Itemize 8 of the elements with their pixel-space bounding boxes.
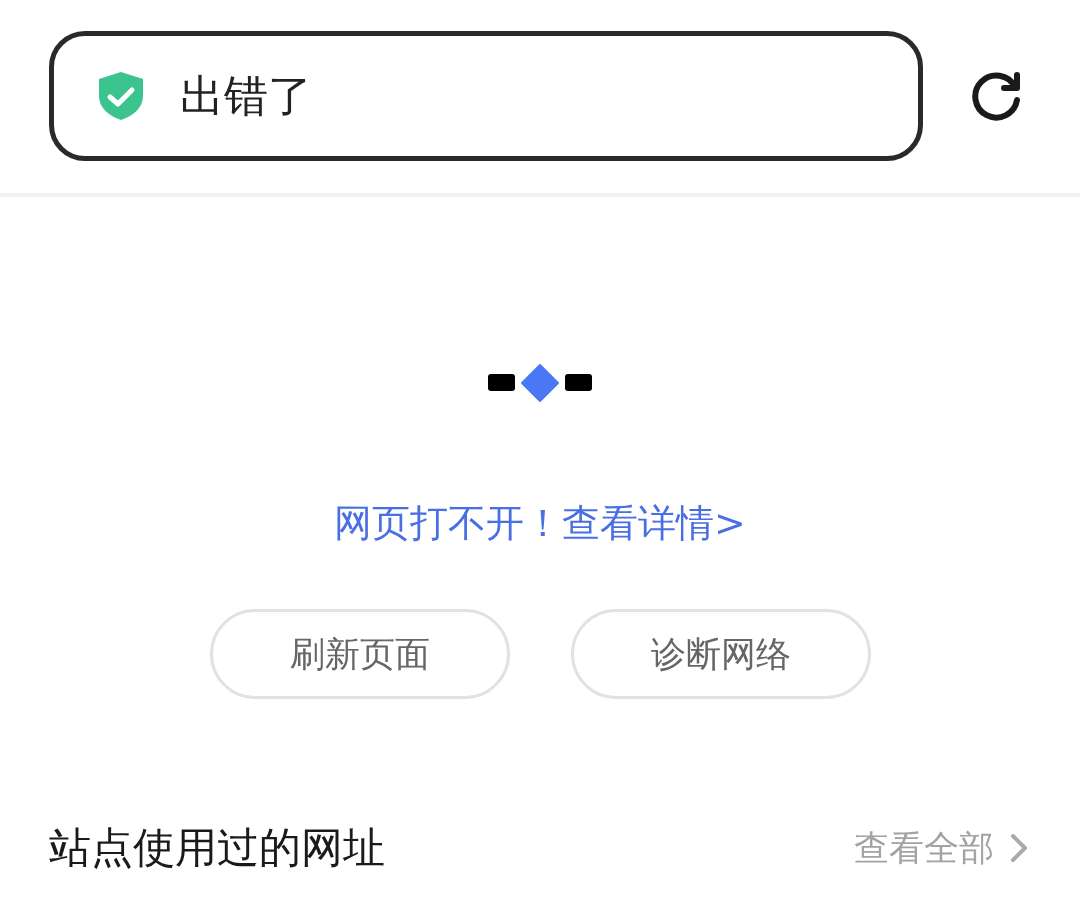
details-link[interactable]: 查看详情>: [562, 499, 746, 547]
action-button[interactable]: 诊断网络: [570, 609, 871, 699]
refresh-icon[interactable]: [970, 70, 1022, 122]
action-button[interactable]: 刷新页面: [209, 609, 510, 699]
address-field[interactable]: 出错了: [49, 31, 923, 161]
section-title: 站点使用过的网址: [49, 822, 385, 874]
chevron-right-icon: [1010, 833, 1028, 863]
error-message: 网页打不开！: [334, 500, 563, 547]
